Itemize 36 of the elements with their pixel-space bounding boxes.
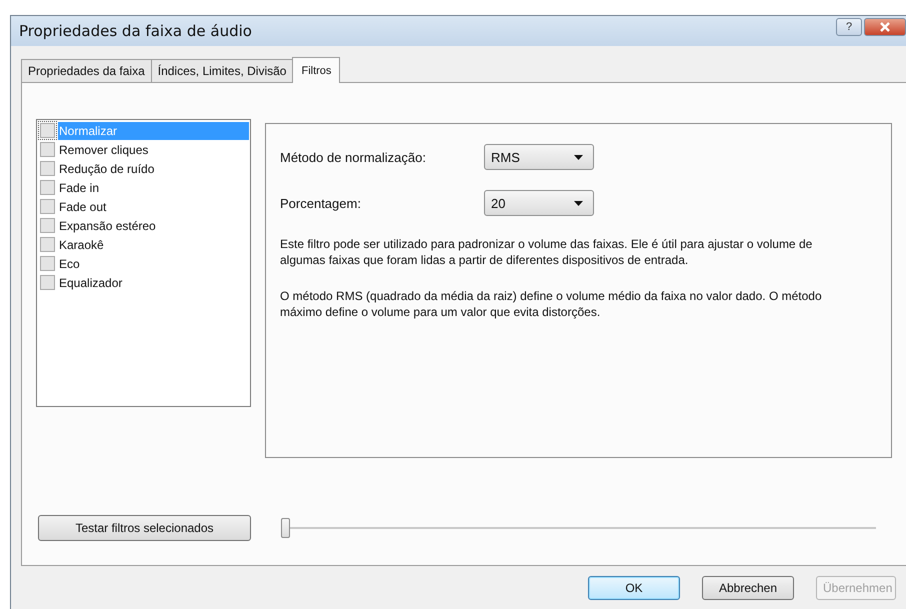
dropdown-arrow-icon — [574, 200, 583, 206]
setting-label: Porcentagem: — [280, 196, 362, 210]
checkbox[interactable] — [40, 161, 55, 176]
checkbox[interactable] — [40, 275, 55, 290]
checkbox[interactable] — [40, 256, 55, 271]
checkbox[interactable] — [40, 142, 55, 157]
filter-item[interactable]: Remover cliques — [58, 140, 249, 158]
filter-item[interactable]: Fade in — [58, 178, 249, 196]
filter-item[interactable]: Equalizador — [58, 274, 249, 292]
checkbox[interactable] — [40, 237, 55, 252]
dialog-button[interactable]: OK — [588, 576, 680, 600]
help-button[interactable]: ? — [836, 18, 862, 36]
slider-thumb[interactable] — [281, 518, 290, 538]
close-icon — [879, 22, 891, 32]
tab[interactable]: Filtros — [292, 57, 340, 83]
filter-item[interactable]: Expansão estéreo — [58, 216, 249, 234]
filter-item[interactable]: Eco — [58, 254, 249, 272]
description-text: O método RMS (quadrado da média da raiz) define o volume médio da faixa no valor dado. O método máximo define o volume para um valor que evita distorções. — [280, 288, 823, 320]
window-title: Propriedades da faixa de áudio — [19, 22, 252, 40]
dialog-button[interactable]: Abbrechen — [702, 576, 794, 600]
tab[interactable]: Índices, Limites, Divisão — [150, 59, 294, 82]
checkbox[interactable] — [40, 123, 55, 138]
tab[interactable]: Propriedades da faixa — [21, 59, 152, 82]
checkbox[interactable] — [40, 218, 55, 233]
dropdown-arrow-icon — [574, 154, 583, 160]
description-text: Este filtro pode ser utilizado para padronizar o volume das faixas. Ele é útil para ajustar o volume de algumas faixas que foram lidas a partir de diferentes dispositivos de entrada. — [280, 236, 814, 268]
test-filters-button[interactable]: Testar filtros selecionados — [38, 515, 251, 541]
setting-label: Método de normalização: — [280, 150, 427, 164]
filter-item[interactable]: Karaokê — [58, 236, 249, 254]
checkbox[interactable] — [40, 199, 55, 214]
dropdown[interactable]: RMS — [484, 144, 594, 170]
dropdown[interactable]: 20 — [484, 190, 594, 216]
filter-item[interactable]: Redução de ruído — [58, 160, 249, 178]
checkbox[interactable] — [40, 180, 55, 195]
close-button[interactable] — [864, 18, 906, 36]
filter-item[interactable]: Fade out — [58, 198, 249, 216]
